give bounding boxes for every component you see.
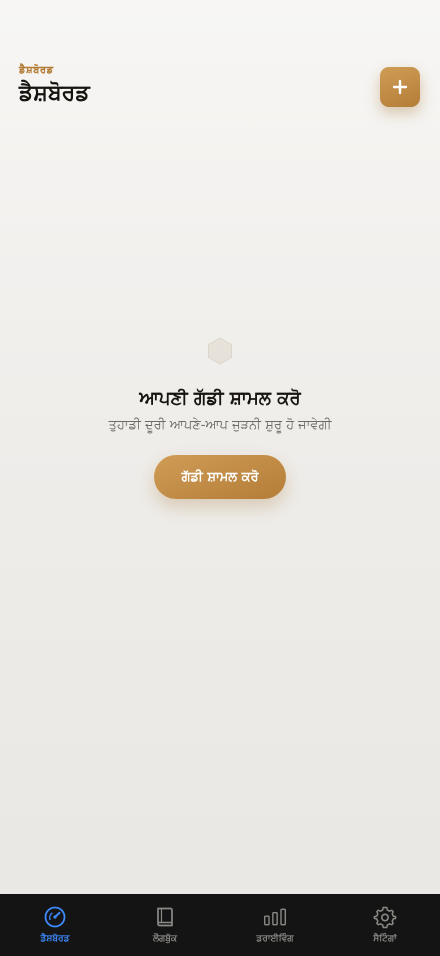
tab-dashboard-label: ਡੈਸ਼ਬੋਰਡ bbox=[40, 934, 70, 944]
add-vehicle-button[interactable] bbox=[380, 67, 420, 107]
tab-driving[interactable]: ਡਰਾਈਵਿੰਗ bbox=[220, 894, 330, 956]
empty-state-subtitle: ਤੁਹਾਡੀ ਦੂਰੀ ਆਪਣੇ-ਆਪ ਜੁੜਨੀ ਸ਼ੁਰੂ ਹੋ ਜਾਵੇਗ… bbox=[108, 418, 332, 433]
tab-settings[interactable]: ਸੈਟਿੰਗਾਂ bbox=[330, 894, 440, 956]
gear-icon bbox=[373, 906, 397, 929]
add-vehicle-cta-label: ਗੱਡੀ ਸ਼ਾਮਲ ਕਰੋ bbox=[181, 469, 259, 485]
page-title: ਡੈਸ਼ਬੋਰਡ bbox=[19, 81, 90, 106]
tab-dashboard[interactable]: ਡੈਸ਼ਬੋਰਡ bbox=[0, 894, 110, 956]
empty-state-title: ਆਪਣੀ ਗੱਡੀ ਸ਼ਾਮਲ ਕਰੋ bbox=[139, 388, 301, 409]
bar-chart-icon bbox=[264, 908, 286, 926]
speedometer-icon bbox=[44, 906, 66, 928]
hexagon-icon bbox=[208, 337, 232, 365]
book-icon bbox=[157, 907, 173, 927]
tab-settings-label: ਸੈਟਿੰਗਾਂ bbox=[373, 934, 397, 944]
page-header: ਡੈਸ਼ਬੋਰਡ ਡੈਸ਼ਬੋਰਡ bbox=[19, 64, 90, 108]
tab-logbook-label: ਲੌਗਬੁੱਕ bbox=[152, 934, 178, 944]
empty-state: ਆਪਣੀ ਗੱਡੀ ਸ਼ਾਮਲ ਕਰੋ ਤੁਹਾਡੀ ਦੂਰੀ ਆਪਣੇ-ਆਪ … bbox=[0, 336, 440, 499]
add-vehicle-cta-button[interactable]: ਗੱਡੀ ਸ਼ਾਮਲ ਕਰੋ bbox=[154, 455, 286, 499]
tab-driving-label: ਡਰਾਈਵਿੰਗ bbox=[256, 934, 294, 944]
page-eyebrow: ਡੈਸ਼ਬੋਰਡ bbox=[19, 65, 54, 76]
tab-logbook[interactable]: ਲੌਗਬੁੱਕ bbox=[110, 894, 220, 956]
bottom-tab-bar: ਡੈਸ਼ਬੋਰਡ ਲੌਗਬੁੱਕ ਡਰਾਈਵਿੰਗ ਸੈਟਿੰਗਾਂ bbox=[0, 894, 440, 956]
plus-icon bbox=[392, 79, 408, 95]
